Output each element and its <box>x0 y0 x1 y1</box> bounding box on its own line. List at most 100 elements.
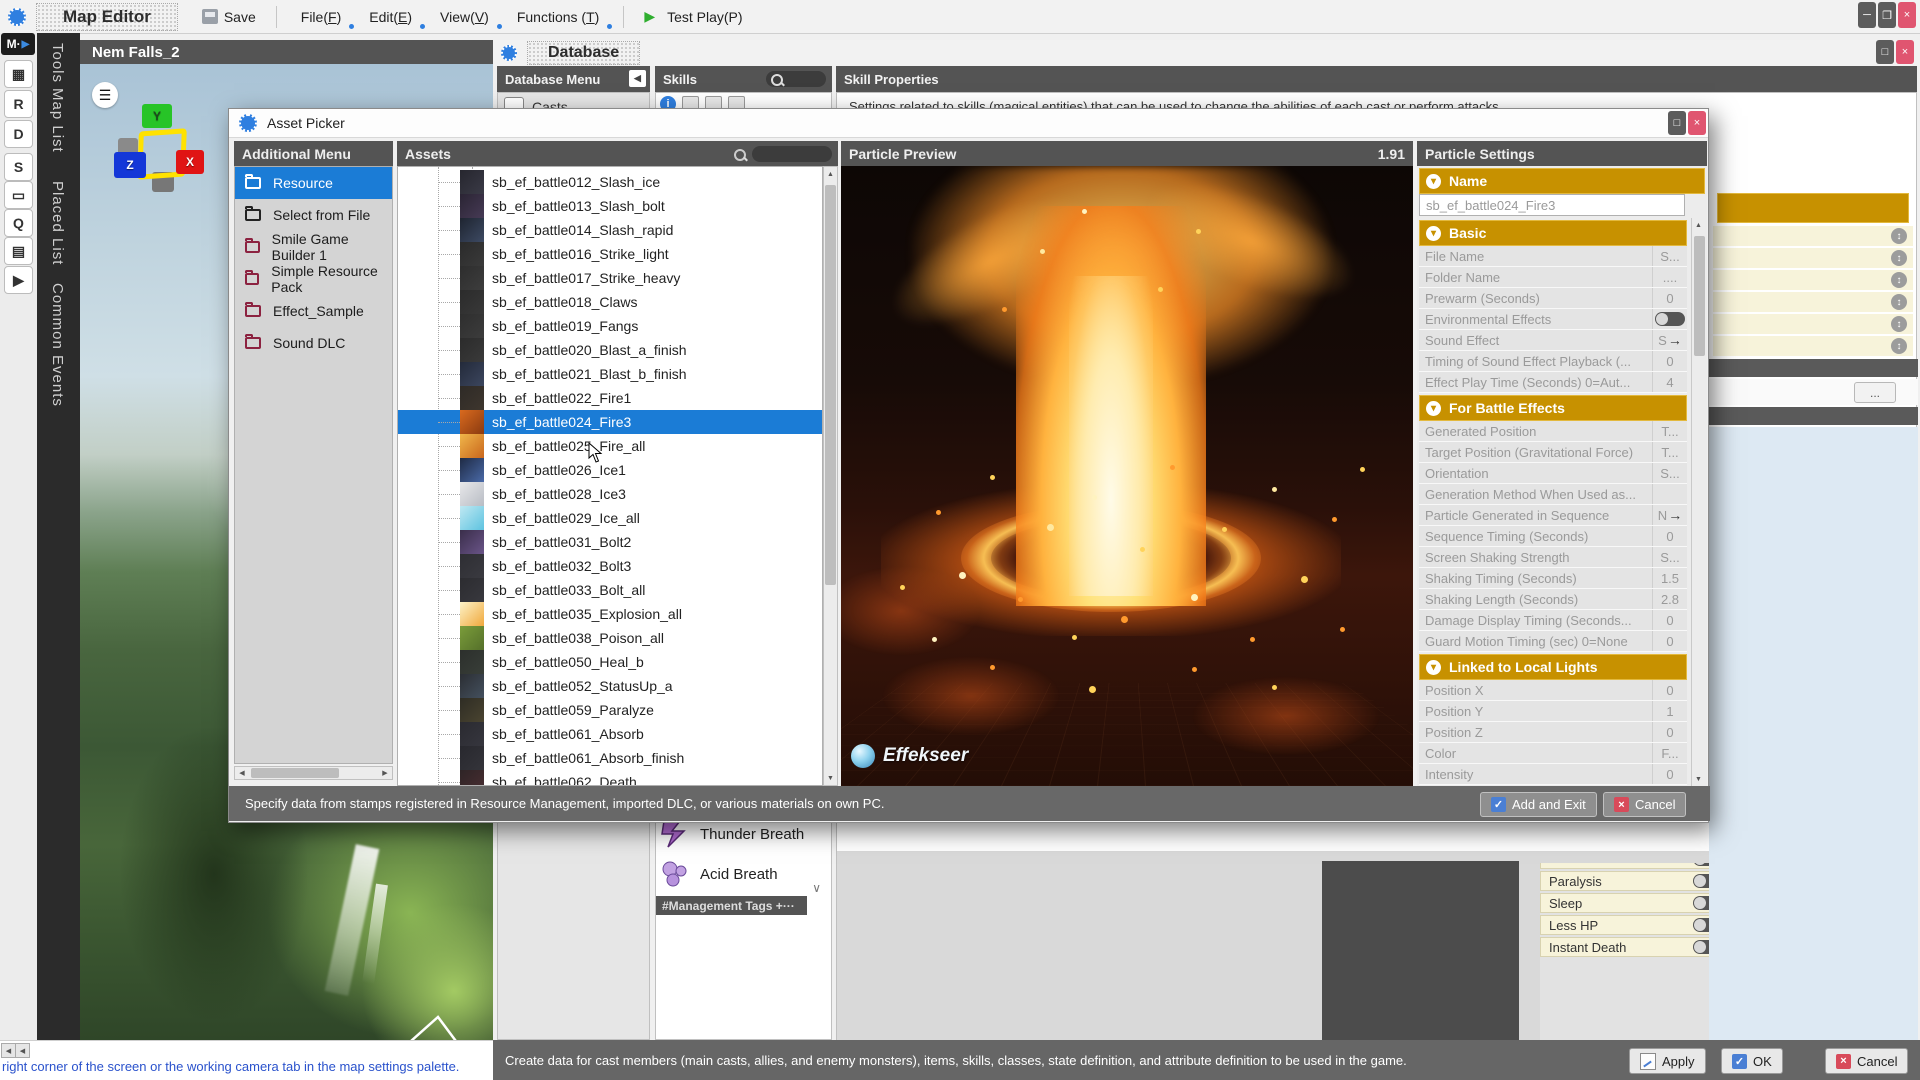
menu-item-sound-dlc[interactable]: Sound DLC <box>235 327 392 359</box>
setting-row[interactable]: Position Y1 <box>1419 701 1687 722</box>
database-close-button[interactable]: × <box>1896 40 1914 64</box>
scroll-down-icon[interactable]: ▼ <box>824 771 837 785</box>
side-row[interactable]: ↕ <box>1713 247 1913 268</box>
asset-row[interactable]: sb_ef_battle017_Strike_heavy <box>398 266 822 290</box>
menubar-item[interactable]: Functions (T) <box>505 4 611 30</box>
skill-item-acid-breath[interactable]: Acid Breath <box>660 859 778 889</box>
side-row[interactable]: ↕ <box>1713 335 1913 356</box>
grid-icon[interactable]: ▤ <box>4 237 33 265</box>
asset-row[interactable]: sb_ef_battle019_Fangs <box>398 314 822 338</box>
setting-row[interactable]: File NameS... <box>1419 246 1687 267</box>
asset-row[interactable]: sb_ef_battle032_Bolt3 <box>398 554 822 578</box>
setting-row[interactable]: Timing of Sound Effect Playback (...0 <box>1419 351 1687 372</box>
terrain-cube-icon[interactable]: D <box>4 120 33 148</box>
asset-row[interactable]: sb_ef_battle020_Blast_a_finish <box>398 338 822 362</box>
sort-updown-icon[interactable]: ↕ <box>1891 294 1907 310</box>
additional-menu-hscrollbar[interactable]: ◀ ▶ <box>234 766 393 780</box>
menu-item-effect_sample[interactable]: Effect_Sample <box>235 295 392 327</box>
dialog-close-button[interactable]: × <box>1688 111 1706 135</box>
name-input[interactable]: sb_ef_battle024_Fire3 <box>1419 194 1685 216</box>
asset-row[interactable]: sb_ef_battle052_StatusUp_a <box>398 674 822 698</box>
setting-row[interactable]: Generation Method When Used as... <box>1419 484 1687 505</box>
asset-row[interactable]: sb_ef_battle028_Ice3 <box>398 482 822 506</box>
setting-row[interactable]: OrientationS... <box>1419 463 1687 484</box>
resource-icon[interactable]: R <box>4 90 33 118</box>
setting-row[interactable]: Environmental Effects <box>1419 309 1687 330</box>
asset-row[interactable]: sb_ef_battle018_Claws <box>398 290 822 314</box>
menu-item-select-from-file[interactable]: Select from File <box>235 199 392 231</box>
sort-updown-icon[interactable]: ↕ <box>1891 228 1907 244</box>
asset-row[interactable]: sb_ef_battle033_Bolt_all <box>398 578 822 602</box>
cancel-button[interactable]: × Cancel <box>1825 1048 1908 1074</box>
menu-item-resource[interactable]: Resource <box>235 167 392 199</box>
asset-row[interactable]: sb_ef_battle012_Slash_ice <box>398 170 822 194</box>
sort-updown-icon[interactable]: ↕ <box>1891 316 1907 332</box>
axis-z-handle[interactable]: Z <box>114 152 146 178</box>
menubar-item[interactable]: View(V) <box>428 4 501 30</box>
minimize-button[interactable]: ─ <box>1858 2 1876 28</box>
medal-icon[interactable]: Q <box>4 209 33 237</box>
axis-x-handle[interactable]: X <box>176 150 204 174</box>
menubar-item[interactable]: Edit(E) <box>357 4 424 30</box>
ok-button[interactable]: ✓ OK <box>1721 1048 1783 1074</box>
event-run-icon[interactable]: ▶ <box>4 266 33 294</box>
scrollbar-thumb[interactable] <box>251 768 339 778</box>
state-toggle-row-instant-death[interactable]: Instant Death <box>1540 937 1736 957</box>
asset-row[interactable]: sb_ef_battle059_Paralyze <box>398 698 822 722</box>
particle-preview-viewport[interactable]: Effekseer <box>841 166 1413 786</box>
menu-item-smile-game-builder-1[interactable]: Smile Game Builder 1 <box>235 231 392 263</box>
sort-updown-icon[interactable]: ↕ <box>1891 250 1907 266</box>
skills-search-input[interactable] <box>766 71 826 87</box>
asset-row[interactable]: sb_ef_battle031_Bolt2 <box>398 530 822 554</box>
asset-row[interactable]: sb_ef_battle035_Explosion_all <box>398 602 822 626</box>
close-button[interactable]: × <box>1898 2 1916 28</box>
apply-button[interactable]: Apply <box>1629 1048 1706 1074</box>
state-toggle-row[interactable] <box>1540 863 1736 869</box>
scrollbar-thumb[interactable] <box>1694 236 1705 356</box>
setting-row[interactable]: Sequence Timing (Seconds)0 <box>1419 526 1687 547</box>
asset-row[interactable]: sb_ef_battle024_Fire3 <box>398 410 822 434</box>
setting-row[interactable]: Generated PositionT... <box>1419 421 1687 442</box>
side-row[interactable]: ↕ <box>1713 313 1913 334</box>
asset-row[interactable]: sb_ef_battle026_Ice1 <box>398 458 822 482</box>
more-options-button[interactable]: ... <box>1854 382 1896 403</box>
scroll-down-icon[interactable]: ▼ <box>1692 772 1705 786</box>
asset-row[interactable]: sb_ef_battle025_Fire_all <box>398 434 822 458</box>
menubar-item[interactable]: File(F) <box>289 4 353 30</box>
restore-button[interactable]: ❐ <box>1878 2 1896 28</box>
state-toggle-row-paralysis[interactable]: Paralysis <box>1540 871 1736 891</box>
axis-y-handle[interactable]: Y <box>142 104 172 128</box>
side-section-header[interactable] <box>1717 193 1909 223</box>
asset-row[interactable]: sb_ef_battle061_Absorb <box>398 722 822 746</box>
setting-row[interactable]: Position Z0 <box>1419 722 1687 743</box>
asset-row[interactable]: sb_ef_battle022_Fire1 <box>398 386 822 410</box>
setting-row[interactable]: Folder Name.... <box>1419 267 1687 288</box>
setting-row[interactable]: ColorF... <box>1419 743 1687 764</box>
setting-row[interactable]: Intensity0 <box>1419 764 1687 785</box>
scroll-left-icon[interactable]: ◀ <box>235 767 249 779</box>
name-section-bar[interactable]: ▾ Name <box>1419 168 1705 194</box>
setting-row[interactable]: Damage Display Timing (Seconds...0 <box>1419 610 1687 631</box>
axis-gizmo[interactable]: Y Z X <box>112 98 222 208</box>
menu-item-simple-resource-pack[interactable]: Simple Resource Pack <box>235 263 392 295</box>
asset-row[interactable]: sb_ef_battle021_Blast_b_finish <box>398 362 822 386</box>
section-bar-basic[interactable]: ▾Basic <box>1419 220 1687 246</box>
save-button[interactable]: Save <box>192 5 266 29</box>
toolbar-header[interactable]: M·▶ <box>1 33 35 55</box>
scroll-up-icon[interactable]: ▲ <box>1692 218 1705 232</box>
scroll-down-icon[interactable]: ∨ <box>812 881 821 895</box>
asset-row[interactable]: sb_ef_battle016_Strike_light <box>398 242 822 266</box>
asset-row[interactable]: sb_ef_battle038_Poison_all <box>398 626 822 650</box>
side-row[interactable]: ↕ <box>1713 269 1913 290</box>
side-row[interactable]: ↕ <box>1713 225 1913 246</box>
setting-row[interactable]: Shaking Timing (Seconds)1.5 <box>1419 568 1687 589</box>
add-and-exit-button[interactable]: ✓ Add and Exit <box>1480 792 1597 817</box>
sort-updown-icon[interactable]: ↕ <box>1891 272 1907 288</box>
stamp-edit-icon[interactable]: ▦ <box>4 60 33 88</box>
setting-row[interactable]: Sound EffectS→ <box>1419 330 1687 351</box>
management-tags-bar[interactable]: #Management Tags +··· <box>656 896 807 915</box>
asset-row[interactable]: sb_ef_battle029_Ice_all <box>398 506 822 530</box>
side-row[interactable]: ↕ <box>1713 291 1913 312</box>
assets-vscrollbar[interactable]: ▲ ▼ <box>823 166 838 786</box>
assets-list[interactable]: sb_ef_battle012_Slash_icesb_ef_battle013… <box>397 166 823 786</box>
